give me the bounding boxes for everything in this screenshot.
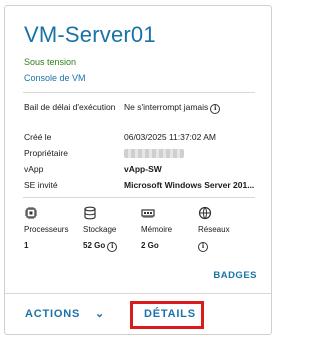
property-label: Créé le: [24, 132, 52, 142]
footer-divider: [5, 293, 271, 294]
property-value[interactable]: vApp-SW: [124, 162, 162, 177]
vm-title[interactable]: VM-Server01: [24, 22, 156, 48]
property-row-owner: Propriétaire: [24, 146, 264, 162]
network-icon: [198, 206, 212, 220]
property-label: Propriétaire: [24, 148, 68, 158]
resource-value: 52 Go i: [83, 241, 118, 252]
property-label: SE invité: [24, 180, 58, 190]
divider: [23, 92, 255, 93]
property-row-lease: Bail de délai d'exécution Ne s'interromp…: [24, 100, 264, 130]
resource-networks: Réseaux i: [198, 206, 230, 252]
property-value: Microsoft Windows Server 201...: [124, 180, 255, 190]
info-icon[interactable]: i: [107, 242, 118, 252]
resource-processors: Processeurs 1: [24, 206, 68, 250]
divider: [23, 197, 255, 198]
property-value: Ne s'interrompt jamais i: [124, 100, 221, 115]
resource-memory: Mémoire 2 Go: [141, 206, 172, 250]
resource-value: 1: [24, 241, 29, 250]
resource-label: Stockage: [83, 225, 117, 234]
resource-label: Mémoire: [141, 225, 173, 234]
property-label: Bail de délai d'exécution: [24, 102, 116, 112]
resource-value: i: [198, 241, 230, 252]
storage-value: 52 Go: [83, 241, 106, 250]
memory-icon: [141, 209, 155, 218]
badges-link[interactable]: BADGES: [213, 270, 257, 281]
resource-label: Processeurs: [24, 225, 69, 234]
lease-value: Ne s'interrompt jamais: [124, 102, 209, 112]
property-row-vapp: vApp vApp-SW: [24, 162, 264, 178]
resource-storage: Stockage 52 Go i: [83, 206, 118, 252]
power-status: Sous tension: [24, 57, 77, 67]
property-value: 06/03/2025 11:37:02 AM: [124, 132, 217, 142]
processor-icon: [25, 207, 37, 219]
property-label: vApp: [24, 164, 44, 174]
actions-label: ACTIONS: [25, 308, 81, 320]
storage-icon: [84, 206, 96, 220]
chevron-down-icon: ⌄: [95, 308, 106, 320]
property-row-created: Créé le 06/03/2025 11:37:02 AM: [24, 130, 264, 146]
resource-label: Réseaux: [198, 225, 230, 234]
details-button[interactable]: DÉTAILS: [144, 308, 196, 320]
redacted-owner: [124, 149, 184, 158]
property-list: Bail de délai d'exécution Ne s'interromp…: [24, 100, 264, 194]
info-icon[interactable]: i: [210, 104, 221, 114]
actions-button[interactable]: ACTIONS ⌄: [25, 308, 104, 320]
resource-value: 2 Go: [141, 241, 159, 250]
vm-card: VM-Server01 Sous tension Console de VM B…: [4, 5, 272, 335]
property-row-guest-os: SE invité Microsoft Windows Server 201..…: [24, 178, 264, 194]
info-icon[interactable]: i: [198, 242, 208, 252]
vm-console-link[interactable]: Console de VM: [24, 73, 86, 83]
property-value: [124, 146, 184, 163]
